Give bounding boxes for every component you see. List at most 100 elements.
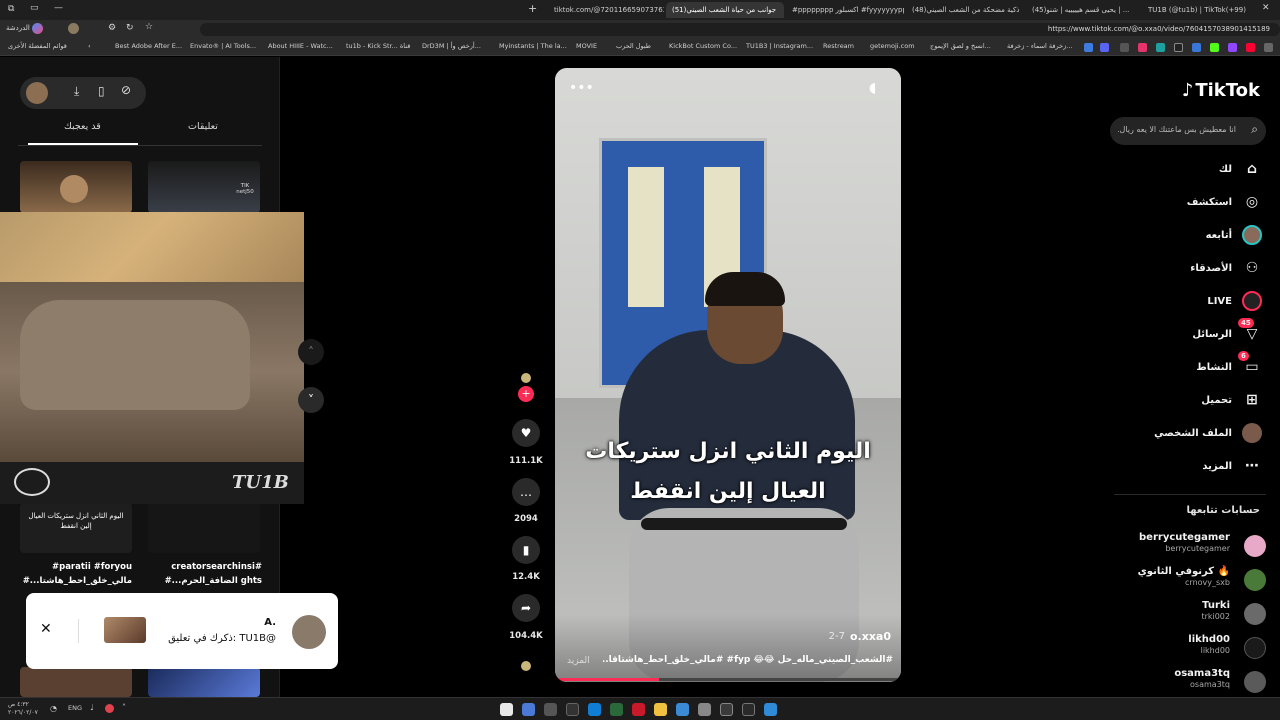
sidebar-item-activity[interactable]: النشاط ▭ 6	[1196, 351, 1262, 378]
chevron-up-icon[interactable]: ˄	[298, 339, 324, 365]
close-icon[interactable]: ✕	[40, 621, 52, 637]
thumbnail-title[interactable]: creatorsearchinsi# ghts الضافة_الحرم...#	[148, 560, 262, 588]
bookmark-item[interactable]: tu1b - Kick Str... قناة	[346, 42, 410, 50]
share-button[interactable]: ➦	[512, 594, 540, 622]
compass-icon[interactable]: ⊘	[121, 83, 131, 97]
avatar[interactable]	[26, 82, 48, 104]
more-description-link[interactable]: المزيد	[567, 656, 590, 666]
browser-tab[interactable]: #pppppppp اكسبلور #fyyyyyyyppppp	[786, 2, 904, 18]
sidebar-item-profile[interactable]: الملف الشخصي	[1154, 422, 1262, 444]
mention-notification[interactable]: ✕ A. ذكرك في تعليق: TU1B@	[26, 593, 338, 669]
extension-icon[interactable]	[1120, 43, 1129, 52]
video-author[interactable]: o.xxa0	[850, 630, 891, 643]
kick-icon[interactable]	[1210, 43, 1219, 52]
following-account[interactable]: osama3tq osama3tq	[1106, 668, 1266, 696]
bookmark-item[interactable]: انسخ و لصق الإيموج...	[930, 42, 991, 50]
video-thumbnail[interactable]	[20, 667, 132, 697]
sidebar-item-more[interactable]: المزيد ⋯	[1202, 455, 1262, 477]
search-field[interactable]: انا معطيش بس ماعتنك الا يعه ريال... ⌕	[1110, 117, 1266, 145]
extension-icon[interactable]	[68, 23, 79, 34]
window-menu-icon[interactable]: ⧉	[8, 4, 14, 14]
phone-icon[interactable]: ▯	[98, 84, 105, 98]
video-thumbnail[interactable]	[148, 503, 260, 553]
bookmark-item[interactable]: طبول الحرب	[616, 42, 651, 50]
reload-icon[interactable]: ↻	[126, 23, 134, 33]
sidebar-item-for-you[interactable]: لك ⌂	[1219, 158, 1262, 180]
following-account[interactable]: كرنوفي الثانوي 🔥 crnovy_sxb	[1106, 566, 1266, 594]
video-thumbnail[interactable]: TIK netj50	[148, 161, 260, 213]
microphone-icon[interactable]: ♩	[90, 703, 94, 712]
download-icon[interactable]: ⤓	[74, 84, 79, 99]
tiktok-logo[interactable]: ♪ TikTok	[1182, 77, 1260, 103]
chevron-up-icon[interactable]: ˄	[122, 703, 126, 712]
bookmark-item[interactable]: Restream	[823, 42, 854, 50]
bookmark-item[interactable]: TU1B3 | Instagram...	[746, 42, 813, 50]
music-disc-icon[interactable]	[521, 661, 531, 671]
minimize-icon[interactable]: —	[54, 3, 63, 13]
follow-plus-icon[interactable]: +	[518, 386, 534, 402]
tiktok-bookmark-icon[interactable]	[1174, 43, 1183, 52]
settings-icon[interactable]: ⚙	[108, 23, 116, 33]
profile-avatar-icon[interactable]	[32, 23, 43, 34]
save-button[interactable]: ▮	[512, 536, 540, 564]
settings-gear-icon[interactable]	[720, 703, 733, 716]
browser-tab[interactable]: (45)يحيى قسم هيييييه | شنو | ...	[1026, 2, 1140, 18]
extension-icon[interactable]	[1264, 43, 1273, 52]
bookmark-item[interactable]: MOVIE	[576, 42, 597, 50]
tab-comments[interactable]: تعليقات	[188, 121, 218, 132]
sidebar-item-friends[interactable]: الأصدقاء ⚇	[1190, 257, 1262, 279]
file-explorer-icon[interactable]	[654, 703, 667, 716]
bookmark-item[interactable]: Envato® | AI Tools...	[190, 42, 256, 50]
discord-icon[interactable]	[1100, 43, 1109, 52]
like-button[interactable]: ♥	[512, 419, 540, 447]
sidebar-item-explore[interactable]: استكشف ◎	[1187, 191, 1262, 213]
pinterest-icon[interactable]	[1138, 43, 1147, 52]
browser-tab[interactable]: TU1B (@tu1b) | TikTok(+99)	[1142, 2, 1254, 18]
bookmark-item[interactable]: Myinstants | The la...	[499, 42, 567, 50]
chrome-icon[interactable]	[500, 703, 513, 716]
extension-icon[interactable]	[1156, 43, 1165, 52]
address-field[interactable]: https://www.tiktok.com/@o.xxa0/video/760…	[200, 23, 1280, 36]
browser-tab-active[interactable]: (51)جوانب من حياة الشعب الصيني	[666, 2, 784, 18]
twitch-icon[interactable]	[1228, 43, 1237, 52]
bookmark-item[interactable]: زخرفة اسماء - زخرفة...	[1007, 42, 1072, 50]
browser-tab[interactable]: (48)ذكية مضحكة من الشعب الصيني	[906, 2, 1024, 18]
taskbar-app-icon[interactable]	[676, 703, 689, 716]
notification-video-thumbnail[interactable]	[104, 617, 146, 643]
extension-icon[interactable]	[1192, 43, 1201, 52]
tray-app-icon[interactable]	[105, 704, 114, 713]
taskbar-app-icon[interactable]	[522, 703, 535, 716]
search-icon[interactable]: ⌕	[1251, 122, 1258, 137]
tab-search-icon[interactable]: ▭	[30, 3, 39, 13]
taskbar-app-icon[interactable]	[544, 703, 557, 716]
video-thumbnail[interactable]: اليوم الثاني انزل ستريكات العيال إلين ان…	[20, 503, 132, 553]
video-thumbnail[interactable]	[20, 161, 132, 213]
author-avatar[interactable]	[521, 373, 531, 383]
notification-bell-icon[interactable]: ◔	[50, 704, 57, 713]
following-account[interactable]: Turki trki002	[1106, 600, 1266, 628]
tab-liked[interactable]: قد يعجبك	[64, 121, 101, 132]
extension-icon[interactable]	[1084, 43, 1093, 52]
more-options-icon[interactable]: •••	[569, 80, 594, 96]
taskbar-app-icon[interactable]	[698, 703, 711, 716]
bookmark-item[interactable]: DrD3M | أرخص وأ...	[422, 42, 481, 50]
taskbar-clock[interactable]: ٤:٣٢ ص ٢٠٢٦/٠٢/٠٧	[8, 701, 38, 717]
terminal-icon[interactable]	[566, 703, 579, 716]
bookmark-item[interactable]: getemoji.com	[870, 42, 915, 50]
thumbnail-title[interactable]: paratii #foryou# مالي_خلق_احط_هاشتا...#	[20, 560, 132, 588]
browser-tab[interactable]: tiktok.com/@72011665907376302	[548, 2, 664, 18]
bookmarks-other-folder[interactable]: قوائم المفضلة الأخرى	[8, 42, 67, 50]
star-bookmark-icon[interactable]: ☆	[145, 22, 153, 32]
comment-button[interactable]: …	[512, 478, 540, 506]
sidebar-item-live[interactable]: LIVE	[1207, 290, 1262, 312]
youtube-icon[interactable]	[1246, 43, 1255, 52]
video-player[interactable]: ••• ◖ اليوم الثاني انزل ستريكات العيال إ…	[555, 68, 901, 682]
edge-icon[interactable]	[588, 703, 601, 716]
close-window-icon[interactable]: ✕	[1262, 3, 1270, 13]
chevron-down-icon[interactable]: ˅	[298, 387, 324, 413]
windows-start-icon[interactable]	[764, 703, 777, 716]
profile-chip[interactable]: الدردشة	[6, 24, 30, 32]
chevron-left-icon[interactable]: ‹	[88, 42, 91, 50]
following-account[interactable]: berrycutegamer berrycutegamer	[1106, 532, 1266, 560]
bookmark-item[interactable]: Best Adobe After E...	[115, 42, 182, 50]
